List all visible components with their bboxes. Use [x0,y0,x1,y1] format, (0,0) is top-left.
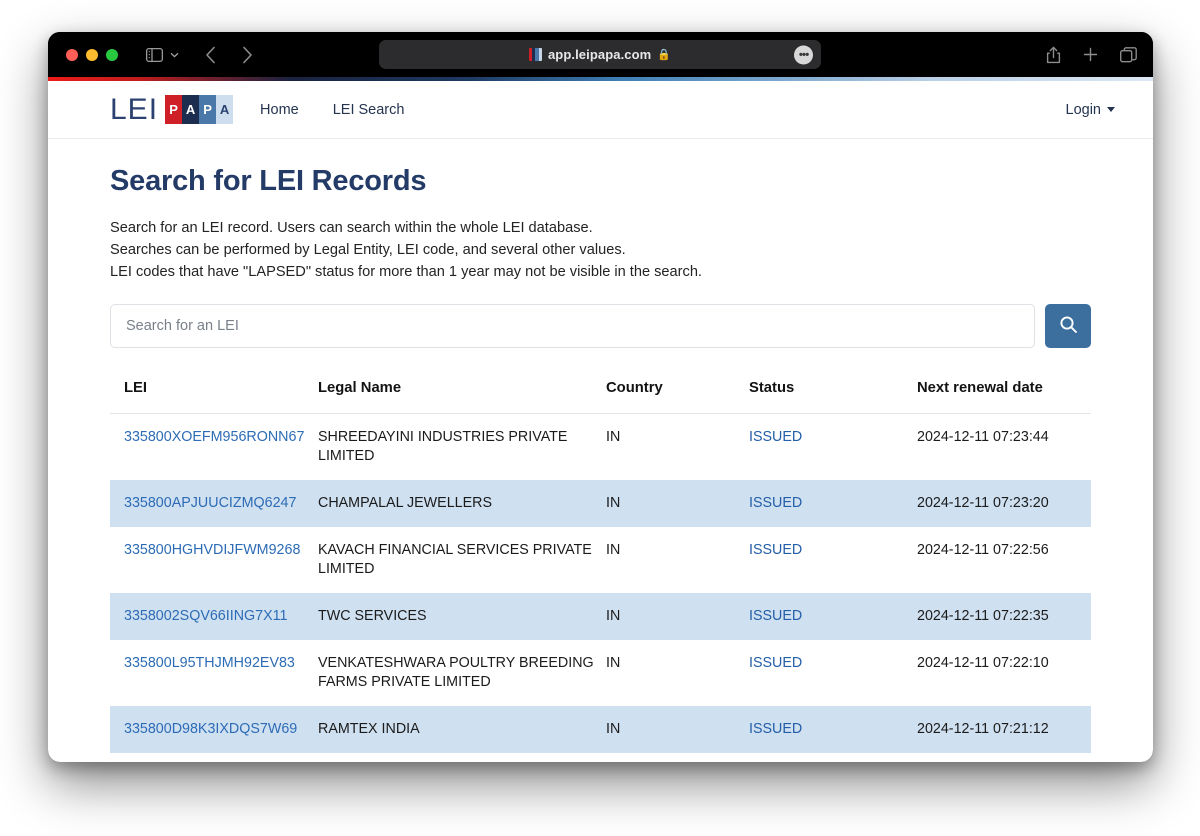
renewal-date-cell: 2024-12-11 07:21:12 [917,721,1049,737]
table-row: 335800XOEFM956RONN67 SHREEDAYINI INDUSTR… [110,414,1091,481]
table-row: 335800L6XCP2MT3DUT50 CORE PROJECT ENGINE… [110,753,1091,762]
table-header-row: LEI Legal Name Country Status Next renew… [110,380,1091,414]
table-row: 335800APJUUCIZMQ6247 CHAMPALAL JEWELLERS… [110,480,1091,527]
status-badge[interactable]: ISSUED [749,608,802,624]
renewal-date-cell: 2024-12-11 07:23:20 [917,495,1049,511]
plus-icon[interactable] [1083,47,1098,62]
legal-name-cell: TWC SERVICES [318,608,427,624]
legal-name-cell: SHREEDAYINI INDUSTRIES PRIVATE LIMITED [318,429,568,464]
chevron-down-icon [1107,107,1115,112]
table-row: 335800L95THJMH92EV83 VENKATESHWARA POULT… [110,640,1091,706]
table-row: 3358002SQV66IING7X11 TWC SERVICES IN ISS… [110,593,1091,640]
browser-toolbar: app.leipapa.com 🔒 ••• [48,32,1153,77]
page-content: Search for LEI Records Search for an LEI… [48,139,1153,762]
legal-name-cell: CORE PROJECT ENGINEERS & CONSULTANTS PRI… [318,753,606,762]
lei-link[interactable]: 335800APJUUCIZMQ6247 [124,495,296,511]
status-badge[interactable]: ISSUED [749,542,802,558]
logo-block-3: P [199,95,217,124]
renewal-date-cell: 2024-12-11 07:22:10 [917,655,1049,671]
forward-arrow-icon[interactable] [242,46,253,64]
logo-papa-blocks: P A P A [165,95,234,124]
search-icon [1059,315,1078,337]
search-submit-button[interactable] [1045,304,1091,348]
page-description-line-3: LEI codes that have "LAPSED" status for … [110,264,702,280]
header-right: Login [1066,102,1115,118]
sidebar-toggle-icon[interactable] [146,47,163,62]
renewal-date-cell: 2024-12-11 07:22:56 [917,542,1049,558]
status-badge[interactable]: ISSUED [749,429,802,445]
minimize-window-button[interactable] [86,48,98,61]
column-header-status[interactable]: Status [749,380,917,414]
legal-name-cell: RAMTEX INDIA [318,721,420,737]
site-header: LEI P A P A Home LEI Search Login [48,81,1153,139]
column-header-lei[interactable]: LEI [110,380,318,414]
country-cell: IN [606,608,621,624]
page-viewport: LEI P A P A Home LEI Search Login Search… [48,81,1153,762]
toolbar-actions [1046,32,1137,77]
column-header-next-renewal-date[interactable]: Next renewal date [917,380,1091,414]
back-arrow-icon[interactable] [205,46,216,64]
maximize-window-button[interactable] [106,48,118,61]
main-nav: Home LEI Search [260,102,404,118]
legal-name-cell: KAVACH FINANCIAL SERVICES PRIVATE LIMITE… [318,542,592,577]
lei-link[interactable]: 335800HGHVDIJFWM9268 [124,542,300,558]
logo-block-4: A [216,95,234,124]
table-row: 335800HGHVDIJFWM9268 KAVACH FINANCIAL SE… [110,527,1091,593]
status-badge[interactable]: ISSUED [749,655,802,671]
browser-window: app.leipapa.com 🔒 ••• LEI P A P A Home L… [48,32,1153,762]
window-controls [66,48,118,61]
tab-overview-icon[interactable] [1120,46,1137,63]
close-window-button[interactable] [66,48,78,61]
leipapa-favicon [528,48,542,61]
logo-block-2: A [182,95,200,124]
column-header-legal-name[interactable]: Legal Name [318,380,606,414]
nav-item-lei-search[interactable]: LEI Search [333,102,405,118]
search-input[interactable] [110,304,1035,348]
lei-link[interactable]: 335800D98K3IXDQS7W69 [124,721,297,737]
page-description-line-2: Searches can be performed by Legal Entit… [110,242,626,258]
legal-name-cell: CHAMPALAL JEWELLERS [318,495,492,511]
login-menu-button[interactable]: Login [1066,102,1115,118]
legal-name-cell: VENKATESHWARA POULTRY BREEDING FARMS PRI… [318,655,594,690]
lei-link[interactable]: 335800XOEFM956RONN67 [124,429,304,445]
address-bar[interactable]: app.leipapa.com 🔒 ••• [379,40,821,69]
search-bar [110,304,1091,348]
logo-block-1: P [165,95,183,124]
share-icon[interactable] [1046,46,1061,64]
url-text: app.leipapa.com [547,47,652,62]
country-cell: IN [606,429,621,445]
renewal-date-cell: 2024-12-11 07:22:35 [917,608,1049,624]
logo-lei-text: LEI [110,92,159,126]
chevron-down-icon[interactable] [170,52,179,58]
country-cell: IN [606,495,621,511]
lei-link[interactable]: 335800L95THJMH92EV83 [124,655,295,671]
nav-item-home[interactable]: Home [260,102,299,118]
country-cell: IN [606,721,621,737]
table-row: 335800D98K3IXDQS7W69 RAMTEX INDIA IN ISS… [110,706,1091,753]
lock-icon: 🔒 [657,49,672,61]
renewal-date-cell: 2024-12-11 07:23:44 [917,429,1049,445]
table-head: LEI Legal Name Country Status Next renew… [110,380,1091,414]
login-label: Login [1065,101,1101,118]
leipapa-logo[interactable]: LEI P A P A [110,92,234,127]
status-badge[interactable]: ISSUED [749,721,802,737]
lei-link[interactable]: 3358002SQV66IING7X11 [124,608,287,624]
page-description-line-1: Search for an LEI record. Users can sear… [110,220,593,236]
country-cell: IN [606,753,749,762]
address-bar-content: app.leipapa.com 🔒 [528,47,672,62]
table-body: 335800XOEFM956RONN67 SHREEDAYINI INDUSTR… [110,414,1091,763]
country-cell: IN [606,542,621,558]
status-badge[interactable]: ISSUED [749,495,802,511]
page-settings-button[interactable]: ••• [794,45,813,64]
country-cell: IN [606,655,621,671]
renewal-date-cell: 2024-12-11 07:20:47 [917,753,1091,762]
column-header-country[interactable]: Country [606,380,749,414]
lei-results-table: LEI Legal Name Country Status Next renew… [110,380,1091,762]
page-title: Search for LEI Records [110,165,427,197]
